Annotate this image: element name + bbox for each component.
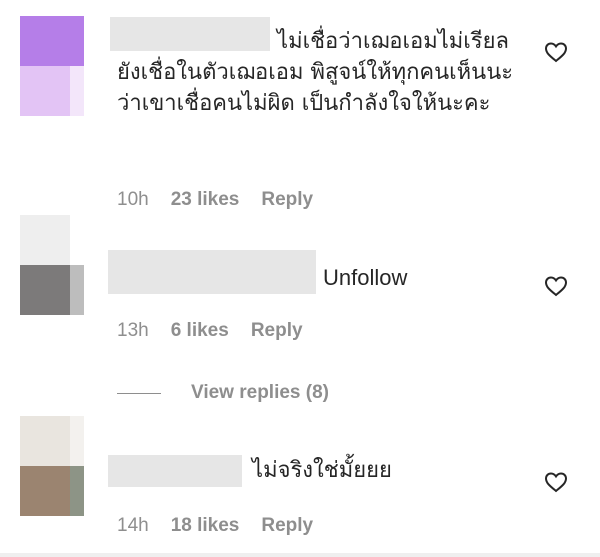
heart-outline-icon[interactable] xyxy=(544,275,568,297)
comment-text: ไม่จริงใช่มั้ยยย xyxy=(252,458,392,483)
comment-text: ไม่เชื่อว่าเฌอเอมไม่เรียล ยังเชื่อในตัวเ… xyxy=(117,29,514,116)
likes-count[interactable]: 6 likes xyxy=(171,320,229,342)
comment-time: 14h xyxy=(117,515,149,536)
comment-time: 13h xyxy=(117,320,149,341)
username-blurred[interactable] xyxy=(108,250,316,294)
divider-line xyxy=(117,392,161,394)
avatar[interactable] xyxy=(20,16,84,116)
comment-time: 10h xyxy=(117,189,149,210)
view-replies-button[interactable]: View replies (8) xyxy=(117,382,329,404)
view-replies-label[interactable]: View replies (8) xyxy=(191,382,329,404)
comment-1: ไม่เชื่อว่าเฌอเอมไม่เรียล ยังเชื่อในตัวเ… xyxy=(0,0,600,220)
comment-3: ไม่จริงใช่มั้ยยย 14h 18 likes Reply xyxy=(0,410,600,557)
comment-text: Unfollow xyxy=(323,265,408,290)
comment-meta: 10h 23 likes Reply xyxy=(117,189,313,211)
heart-outline-icon[interactable] xyxy=(544,41,568,63)
likes-count[interactable]: 18 likes xyxy=(171,515,240,537)
comment-2: Unfollow 13h 6 likes Reply xyxy=(0,210,600,370)
comment-meta: 14h 18 likes Reply xyxy=(117,515,313,537)
comment-meta: 13h 6 likes Reply xyxy=(117,320,303,342)
reply-button[interactable]: Reply xyxy=(251,320,303,342)
avatar[interactable] xyxy=(20,215,84,315)
username-blurred[interactable] xyxy=(108,455,242,487)
reply-button[interactable]: Reply xyxy=(261,515,313,537)
reply-button[interactable]: Reply xyxy=(261,189,313,211)
likes-count[interactable]: 23 likes xyxy=(171,189,240,211)
bottom-divider xyxy=(0,553,600,557)
heart-outline-icon[interactable] xyxy=(544,471,568,493)
avatar[interactable] xyxy=(20,416,84,516)
